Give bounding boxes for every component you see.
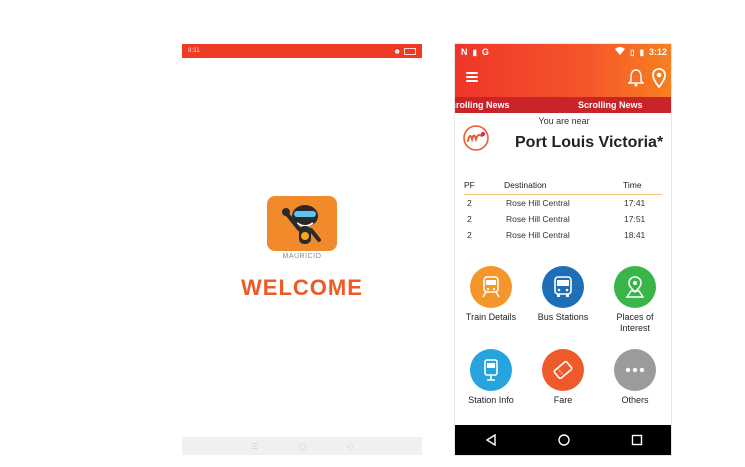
- row-time: 18:41: [624, 230, 646, 240]
- lock-icon: ▮: [472, 47, 477, 57]
- header-pf: PF: [464, 180, 475, 190]
- nav-bar: ☰ ▢ ◁: [182, 437, 422, 455]
- status-icons: ⏰: [393, 47, 416, 55]
- row-pf: 2: [467, 198, 472, 208]
- more-icon: [614, 349, 656, 391]
- bus-icon: [542, 266, 584, 308]
- home-icon[interactable]: ▢: [299, 442, 307, 451]
- tile-label: Bus Stations: [537, 312, 589, 322]
- departures-table: PF Destination Time 2 Rose Hill Central …: [464, 180, 662, 243]
- tile-label: Others: [621, 395, 649, 405]
- header-time: Time: [623, 180, 642, 190]
- recents-icon[interactable]: [630, 433, 644, 447]
- news-ticker: Scrolling News Scrolling News: [455, 97, 671, 113]
- home-icon[interactable]: [557, 433, 571, 447]
- row-pf: 2: [467, 214, 472, 224]
- signal-icon: ▯: [630, 47, 635, 57]
- recents-icon[interactable]: ☰: [252, 442, 259, 451]
- menu-icon[interactable]: [466, 72, 478, 82]
- splash-screen: 8:31 ⏰ MAURICIO WELCOME ☰ ▢ ◁: [182, 44, 422, 455]
- status-bar: 8:31 ⏰: [182, 44, 422, 58]
- train-details-button[interactable]: Train Details: [455, 266, 527, 323]
- header-destination: Destination: [504, 180, 547, 190]
- status-time: 3:12: [648, 47, 667, 57]
- tile-label: Train Details: [465, 312, 517, 322]
- train-icon: [470, 266, 512, 308]
- location-pin-icon[interactable]: [652, 68, 666, 89]
- notification-g-icon: G: [481, 47, 489, 57]
- tile-label: Fare: [553, 395, 573, 405]
- table-row[interactable]: 2 Rose Hill Central 18:41: [464, 227, 662, 243]
- map-pin-icon: [614, 266, 656, 308]
- home-screen: N ▮ G ▯ ▮ 3:12 Scrolling News: [454, 43, 672, 456]
- row-destination: Rose Hill Central: [506, 214, 570, 224]
- row-time: 17:51: [624, 214, 646, 224]
- table-header: PF Destination Time: [464, 180, 662, 195]
- notification-n-icon: N: [461, 47, 468, 57]
- welcome-title: WELCOME: [241, 275, 363, 300]
- station-sign-icon: [470, 349, 512, 391]
- battery-icon: ▮: [639, 47, 644, 57]
- ticket-icon: [542, 349, 584, 391]
- tile-label: Places of Interest: [616, 312, 654, 333]
- tile-label: Station Info: [468, 395, 514, 405]
- back-icon[interactable]: ◁: [346, 442, 352, 451]
- wifi-icon: [615, 47, 626, 57]
- back-icon[interactable]: [484, 433, 498, 447]
- bell-icon[interactable]: [627, 69, 645, 87]
- status-time: 8:31: [188, 48, 200, 54]
- row-destination: Rose Hill Central: [506, 198, 570, 208]
- toolbar: [455, 62, 671, 96]
- brand-logo: [462, 124, 490, 152]
- nav-bar: [455, 425, 671, 455]
- battery-icon: [404, 47, 416, 55]
- row-destination: Rose Hill Central: [506, 230, 570, 240]
- ticker-item: Scrolling News: [578, 100, 643, 110]
- mascot-logo: [267, 196, 337, 251]
- table-row[interactable]: 2 Rose Hill Central 17:41: [464, 195, 662, 211]
- table-row[interactable]: 2 Rose Hill Central 17:51: [464, 211, 662, 227]
- station-name: Port Louis Victoria*: [515, 134, 664, 151]
- ticker-item: Scrolling News: [455, 100, 510, 110]
- places-of-interest-button[interactable]: Places of Interest: [599, 266, 671, 334]
- app-header: N ▮ G ▯ ▮ 3:12: [455, 44, 671, 97]
- status-bar: N ▮ G ▯ ▮ 3:12: [455, 44, 671, 60]
- row-time: 17:41: [624, 198, 646, 208]
- fare-button[interactable]: Fare: [527, 349, 599, 406]
- bus-stations-button[interactable]: Bus Stations: [527, 266, 599, 323]
- row-pf: 2: [467, 230, 472, 240]
- others-button[interactable]: Others: [599, 349, 671, 406]
- alarm-icon: ⏰: [393, 48, 401, 55]
- logo-label: MAURICIO: [282, 253, 322, 260]
- station-info-button[interactable]: Station Info: [455, 349, 527, 406]
